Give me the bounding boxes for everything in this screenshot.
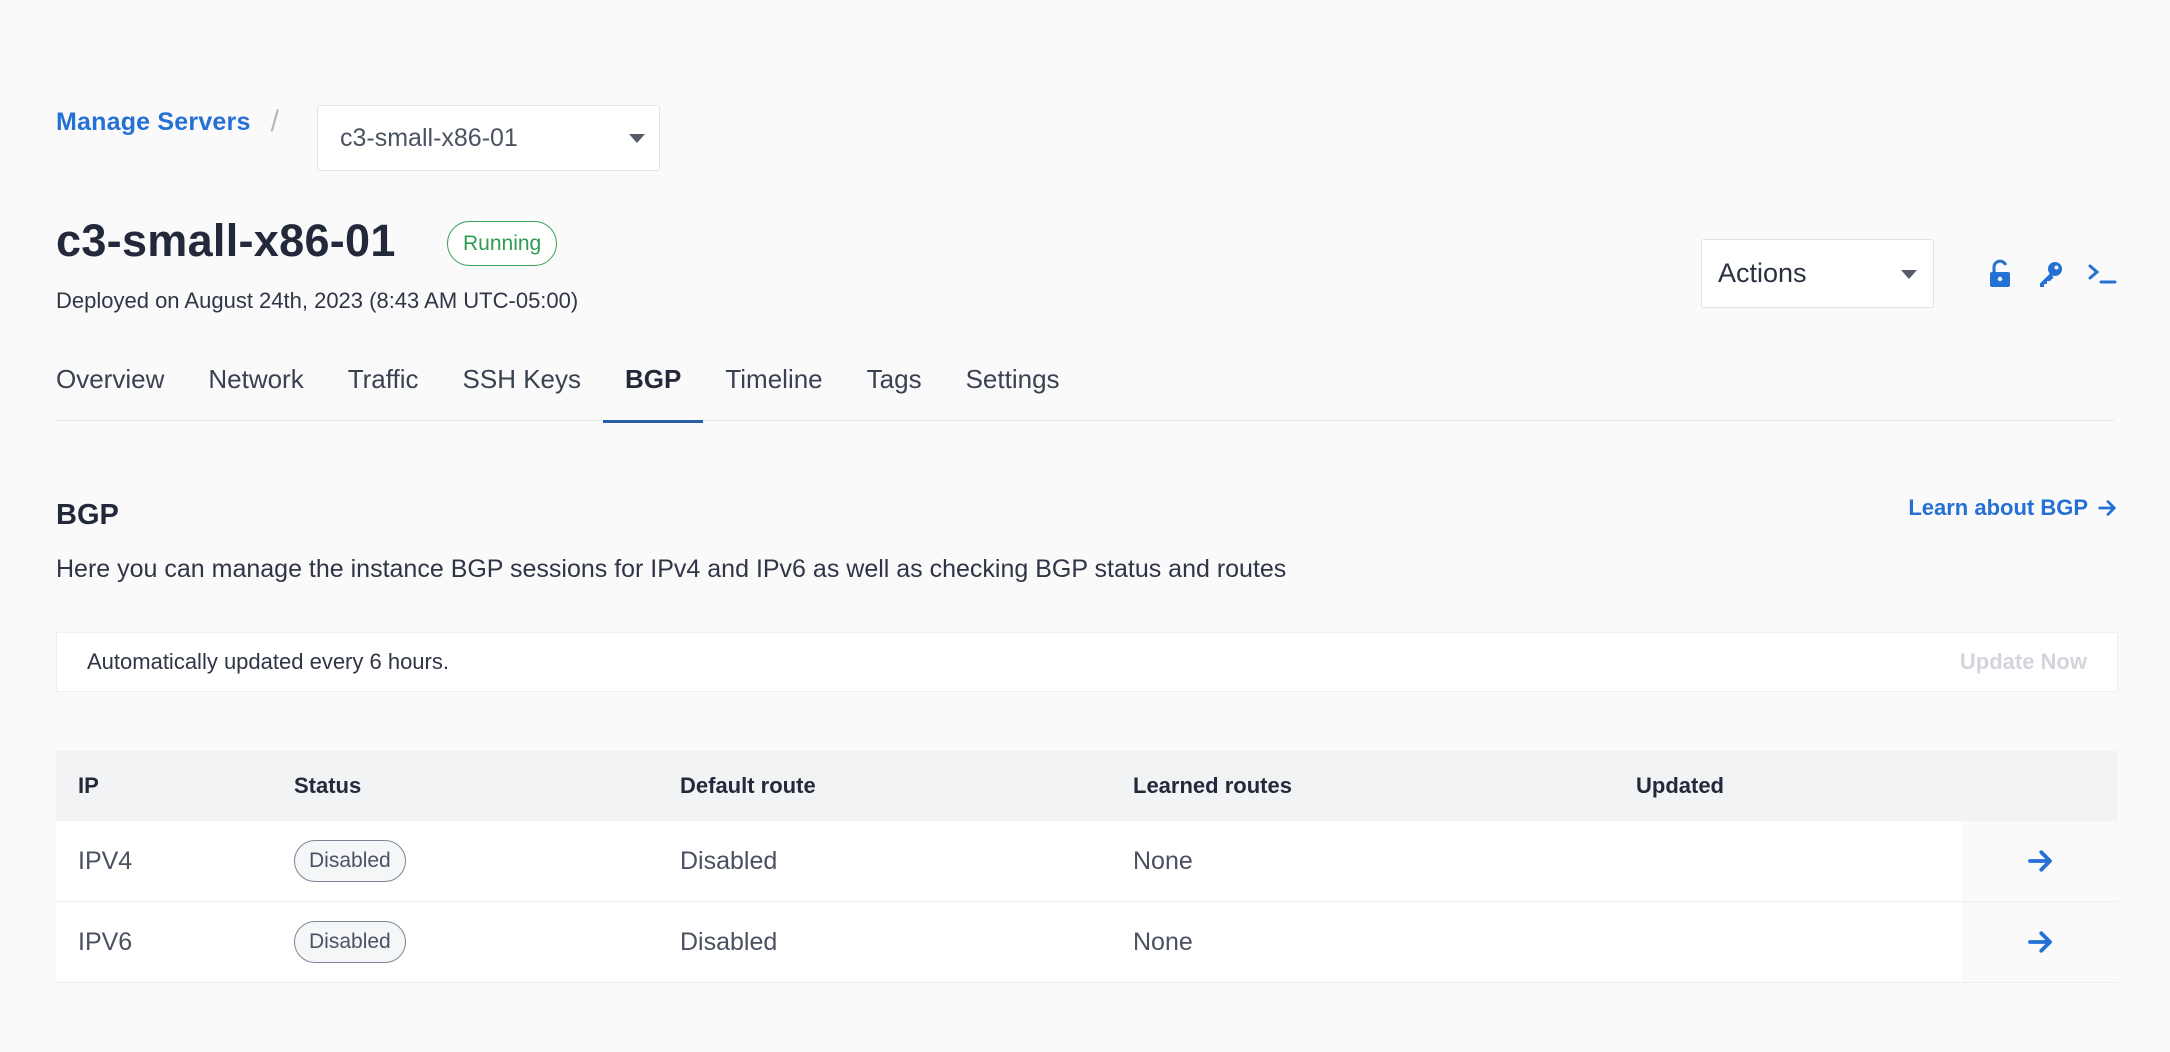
- chevron-down-icon: [629, 134, 645, 143]
- column-header-action: [1962, 751, 2118, 821]
- actions-label: Actions: [1718, 258, 1807, 288]
- cell-status: Disabled: [294, 840, 680, 882]
- update-notice: Automatically updated every 6 hours. Upd…: [56, 632, 2118, 692]
- status-badge: Running: [447, 221, 558, 266]
- tab-ssh-keys[interactable]: SSH Keys: [441, 360, 604, 421]
- server-select-value: c3-small-x86-01: [340, 123, 518, 152]
- key-icon[interactable]: [2035, 258, 2067, 290]
- actions-dropdown[interactable]: Actions: [1701, 239, 1934, 308]
- deployed-date: Deployed on August 24th, 2023 (8:43 AM U…: [56, 288, 579, 313]
- manage-servers-link[interactable]: Manage Servers: [56, 108, 251, 137]
- tab-traffic[interactable]: Traffic: [326, 360, 441, 421]
- tab-tags[interactable]: Tags: [845, 360, 944, 421]
- page-title: c3-small-x86-01: [56, 215, 396, 266]
- column-header-updated: Updated: [1636, 773, 1724, 798]
- arrow-right-icon[interactable]: [2025, 927, 2055, 957]
- tab-timeline[interactable]: Timeline: [703, 360, 844, 421]
- learn-link-label: Learn about BGP: [1908, 495, 2088, 520]
- breadcrumb: Manage Servers /: [56, 105, 301, 139]
- arrow-right-icon[interactable]: [2025, 846, 2055, 876]
- row-open-cell: [1962, 821, 2118, 901]
- table-header: IP Status Default route Learned routes U…: [56, 751, 2118, 821]
- column-header-ip: IP: [78, 773, 99, 798]
- breadcrumb-separator: /: [270, 105, 279, 138]
- tab-bar: Overview Network Traffic SSH Keys BGP Ti…: [56, 360, 2114, 423]
- row-open-cell: [1962, 902, 2118, 982]
- server-select[interactable]: c3-small-x86-01: [317, 105, 660, 171]
- arrow-right-icon: [2098, 500, 2116, 516]
- column-header-learned-routes: Learned routes: [1133, 773, 1292, 798]
- cell-learned-routes: None: [1133, 927, 1193, 956]
- cell-ip: IPV6: [78, 927, 133, 956]
- update-notice-text: Automatically updated every 6 hours.: [87, 649, 449, 674]
- tab-network[interactable]: Network: [186, 360, 325, 421]
- status-badge: Disabled: [294, 840, 406, 882]
- learn-about-bgp-link[interactable]: Learn about BGP: [1908, 495, 2118, 521]
- chevron-down-icon: [1901, 270, 1917, 279]
- tab-bgp[interactable]: BGP: [603, 360, 704, 423]
- status-badge: Disabled: [294, 921, 406, 963]
- page: Manage Servers / c3-small-x86-01 c3-smal…: [0, 0, 2170, 1052]
- terminal-icon[interactable]: [2086, 258, 2118, 290]
- table-row[interactable]: IPV6 Disabled Disabled None: [56, 902, 2118, 983]
- cell-default-route: Disabled: [680, 927, 778, 956]
- bgp-table: IP Status Default route Learned routes U…: [56, 751, 2118, 983]
- tab-overview[interactable]: Overview: [56, 360, 186, 421]
- cell-ip: IPV4: [78, 846, 133, 875]
- update-now-button[interactable]: Update Now: [1960, 649, 2087, 675]
- unlock-icon[interactable]: [1984, 258, 2016, 290]
- column-header-status: Status: [294, 773, 362, 798]
- cell-learned-routes: None: [1133, 846, 1193, 875]
- cell-status: Disabled: [294, 921, 680, 963]
- cell-default-route: Disabled: [680, 846, 778, 875]
- section-description: Here you can manage the instance BGP ses…: [56, 555, 1287, 583]
- section-title: BGP: [56, 499, 119, 531]
- table-row[interactable]: IPV4 Disabled Disabled None: [56, 821, 2118, 902]
- column-header-default-route: Default route: [680, 773, 816, 798]
- tab-settings[interactable]: Settings: [944, 360, 1082, 421]
